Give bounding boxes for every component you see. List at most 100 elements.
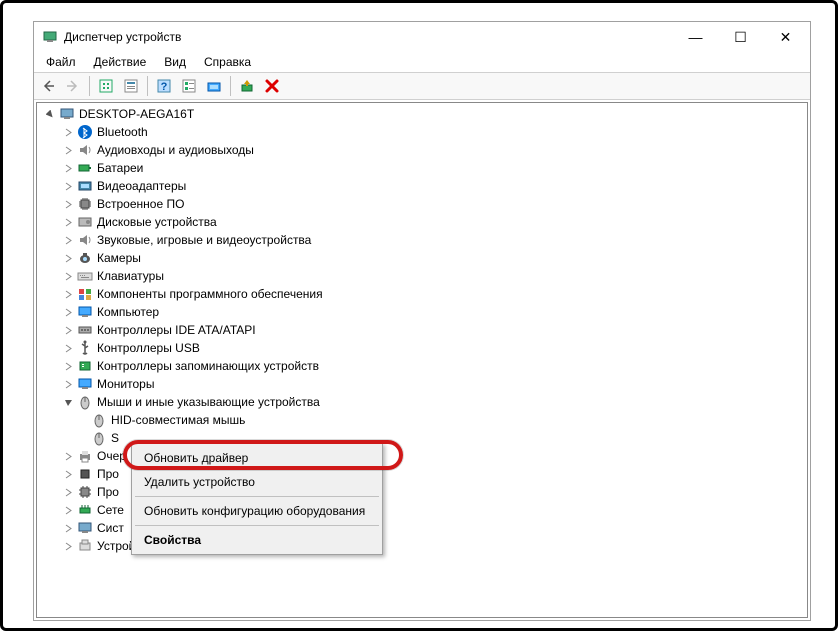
scan-button[interactable] (202, 74, 226, 98)
category-mice[interactable]: Мыши и иные указывающие устройства (37, 393, 807, 411)
expander-closed-icon[interactable] (61, 179, 75, 193)
network-icon (77, 502, 93, 518)
expander-closed-icon[interactable] (61, 233, 75, 247)
category-ide[interactable]: Контроллеры IDE ATA/ATAPI (37, 321, 807, 339)
category-video[interactable]: Видеоадаптеры (37, 177, 807, 195)
category-batteries[interactable]: Батареи (37, 159, 807, 177)
category-bluetooth[interactable]: Bluetooth (37, 123, 807, 141)
camera-icon (77, 250, 93, 266)
menu-file[interactable]: Файл (38, 53, 84, 71)
category-firmware[interactable]: Встроенное ПО (37, 195, 807, 213)
expander-open-icon[interactable] (43, 107, 57, 121)
category-monitors[interactable]: Мониторы (37, 375, 807, 393)
category-label: Мыши и иные указывающие устройства (97, 395, 320, 409)
expander-closed-icon[interactable] (61, 377, 75, 391)
category-label: Контроллеры IDE ATA/ATAPI (97, 323, 256, 337)
disk-icon (77, 214, 93, 230)
expander-closed-icon[interactable] (61, 305, 75, 319)
category-storage[interactable]: Контроллеры запоминающих устройств (37, 357, 807, 375)
menu-view[interactable]: Вид (156, 53, 194, 71)
minimize-button[interactable]: — (673, 23, 718, 51)
speaker-icon (77, 232, 93, 248)
mouse-icon (77, 394, 93, 410)
printer-icon (77, 448, 93, 464)
maximize-button[interactable]: ☐ (718, 23, 763, 51)
titlebar: Диспетчер устройств — ☐ ✕ (34, 22, 810, 52)
expander-closed-icon[interactable] (61, 215, 75, 229)
separator-icon (135, 525, 379, 526)
chip-icon (77, 196, 93, 212)
expander-open-icon[interactable] (61, 395, 75, 409)
close-button[interactable]: ✕ (763, 23, 808, 51)
expander-closed-icon[interactable] (61, 197, 75, 211)
category-audio[interactable]: Аудиовходы и аудиовыходы (37, 141, 807, 159)
expander-closed-icon[interactable] (61, 125, 75, 139)
expander-closed-icon[interactable] (61, 521, 75, 535)
category-label: Батареи (97, 161, 143, 175)
update-driver-button[interactable] (235, 74, 259, 98)
expander-closed-icon[interactable] (61, 269, 75, 283)
root-node[interactable]: DESKTOP-AEGA16T (37, 105, 807, 123)
category-usb[interactable]: Контроллеры USB (37, 339, 807, 357)
category-label: Очер (97, 449, 126, 463)
device-label: HID-совместимая мышь (111, 413, 245, 427)
device-hid-mouse[interactable]: HID-совместимая мышь (37, 411, 807, 429)
category-label: Встроенное ПО (97, 197, 184, 211)
category-sound[interactable]: Звуковые, игровые и видеоустройства (37, 231, 807, 249)
expander-closed-icon[interactable] (61, 359, 75, 373)
expander-closed-icon[interactable] (61, 467, 75, 481)
category-disks[interactable]: Дисковые устройства (37, 213, 807, 231)
svg-text:?: ? (161, 81, 168, 93)
expander-closed-icon[interactable] (61, 503, 75, 517)
menu-action[interactable]: Действие (86, 53, 155, 71)
mouse-icon (91, 412, 107, 428)
mouse-icon (91, 430, 107, 446)
usb-icon (77, 340, 93, 356)
category-label: Про (97, 485, 119, 499)
help-button[interactable]: ? (152, 74, 176, 98)
monitor-icon (77, 376, 93, 392)
device-label: S (111, 431, 119, 445)
chip-icon (77, 466, 93, 482)
expander-closed-icon[interactable] (61, 485, 75, 499)
storage-icon (77, 358, 93, 374)
ctx-properties[interactable]: Свойства (134, 528, 380, 552)
ctx-uninstall[interactable]: Удалить устройство (134, 470, 380, 494)
expander-closed-icon[interactable] (61, 287, 75, 301)
separator-icon (230, 76, 231, 96)
category-label: Контроллеры USB (97, 341, 200, 355)
uninstall-button[interactable] (260, 74, 284, 98)
expander-closed-icon[interactable] (61, 143, 75, 157)
separator-icon (135, 496, 379, 497)
menubar: Файл Действие Вид Справка (34, 52, 810, 72)
category-label: Видеоадаптеры (97, 179, 186, 193)
expander-closed-icon[interactable] (61, 341, 75, 355)
expander-closed-icon[interactable] (61, 251, 75, 265)
category-label: Камеры (97, 251, 141, 265)
menu-help[interactable]: Справка (196, 53, 259, 71)
back-button[interactable] (36, 74, 60, 98)
ctx-scan-hardware[interactable]: Обновить конфигурацию оборудования (134, 499, 380, 523)
category-software[interactable]: Компоненты программного обеспечения (37, 285, 807, 303)
list-button[interactable] (177, 74, 201, 98)
ctx-update-driver[interactable]: Обновить драйвер (134, 446, 380, 470)
expander-closed-icon[interactable] (61, 323, 75, 337)
window-controls: — ☐ ✕ (673, 23, 808, 51)
category-cameras[interactable]: Камеры (37, 249, 807, 267)
context-menu: Обновить драйвер Удалить устройство Обно… (131, 443, 383, 555)
category-computer[interactable]: Компьютер (37, 303, 807, 321)
monitor-icon (77, 304, 93, 320)
category-keyboards[interactable]: Клавиатуры (37, 267, 807, 285)
expander-closed-icon[interactable] (61, 449, 75, 463)
forward-button[interactable] (61, 74, 85, 98)
expander-closed-icon[interactable] (61, 161, 75, 175)
category-label: Компьютер (97, 305, 159, 319)
category-label: Про (97, 467, 119, 481)
expander-closed-icon[interactable] (61, 539, 75, 553)
keyboard-icon (77, 268, 93, 284)
show-hidden-button[interactable] (94, 74, 118, 98)
properties-button[interactable] (119, 74, 143, 98)
display-adapter-icon (77, 178, 93, 194)
toolbar: ? (34, 72, 810, 100)
category-label: Сист (97, 521, 124, 535)
